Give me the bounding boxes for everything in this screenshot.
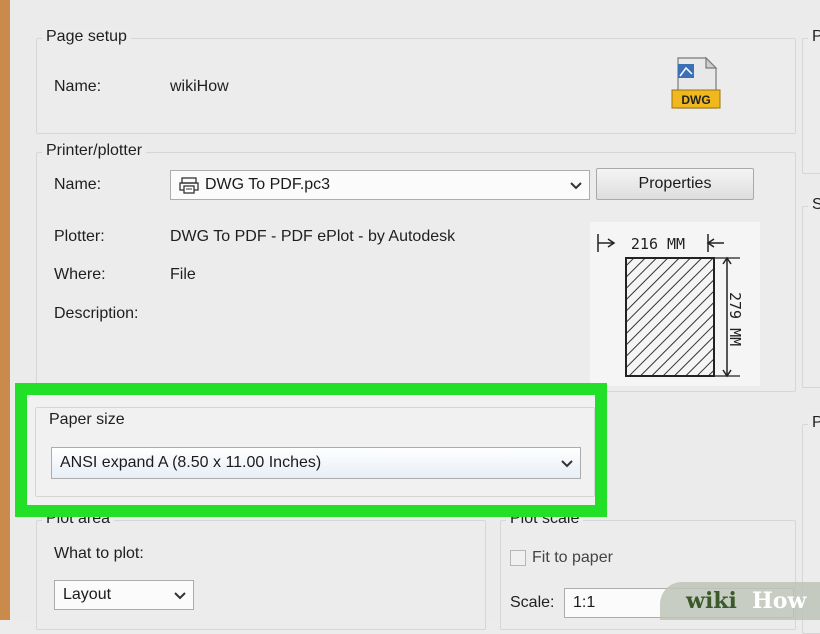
page-setup-name-label: Name: <box>54 78 102 95</box>
plotter-value: DWG To PDF - PDF ePlot - by Autodesk <box>170 228 456 245</box>
right-group-top-legend: P <box>808 28 820 46</box>
scale-label: Scale: <box>510 594 555 611</box>
printer-name-label: Name: <box>54 176 102 193</box>
page-setup-name-value: wikiHow <box>170 78 229 95</box>
window-frame-edge <box>0 0 10 620</box>
printer-plotter-legend: Printer/plotter <box>42 142 147 160</box>
what-to-plot-dropdown[interactable]: Layout <box>54 580 194 610</box>
preview-width-label: 216 MM <box>631 235 685 253</box>
paper-size-legend: Paper size <box>45 411 129 429</box>
paper-size-highlight: Paper size ANSI expand A (8.50 x 11.00 I… <box>15 383 607 517</box>
right-group-top <box>802 38 820 174</box>
chevron-down-icon <box>174 592 186 600</box>
page-setup-legend: Page setup <box>42 28 131 46</box>
printer-name-value: DWG To PDF.pc3 <box>205 176 331 193</box>
what-to-plot-value: Layout <box>63 586 112 603</box>
paper-preview: 216 MM 279 MM <box>590 222 760 386</box>
right-group-bottom-legend: P <box>808 414 820 432</box>
page-setup-dialog: Page setup Name: wikiHow DWG Printer/plo… <box>10 0 820 634</box>
plot-area-group <box>36 520 486 630</box>
printer-name-dropdown[interactable]: DWG To PDF.pc3 <box>170 170 590 200</box>
plotter-icon <box>179 176 199 194</box>
watermark-wiki: wiki <box>686 588 737 614</box>
dwg-file-icon: DWG <box>668 56 724 110</box>
svg-text:DWG: DWG <box>681 93 710 107</box>
right-group-middle <box>802 206 820 388</box>
preview-height-label: 279 MM <box>726 292 744 346</box>
preview-paper <box>625 257 715 377</box>
what-to-plot-label: What to plot: <box>54 545 144 562</box>
where-value: File <box>170 266 196 283</box>
chevron-down-icon <box>561 460 573 468</box>
right-group-middle-legend: S <box>808 196 820 214</box>
fit-to-paper-label: Fit to paper <box>532 549 613 566</box>
paper-size-value: ANSI expand A (8.50 x 11.00 Inches) <box>60 454 322 471</box>
description-label: Description: <box>54 305 139 322</box>
where-label: Where: <box>54 266 106 283</box>
properties-button[interactable]: Properties <box>596 168 754 200</box>
plotter-label: Plotter: <box>54 228 105 245</box>
paper-size-dropdown[interactable]: ANSI expand A (8.50 x 11.00 Inches) <box>51 447 581 479</box>
chevron-down-icon <box>570 182 582 190</box>
fit-to-paper-checkbox[interactable] <box>510 550 526 566</box>
watermark-how: How <box>752 588 807 614</box>
scale-value: 1:1 <box>573 594 596 611</box>
